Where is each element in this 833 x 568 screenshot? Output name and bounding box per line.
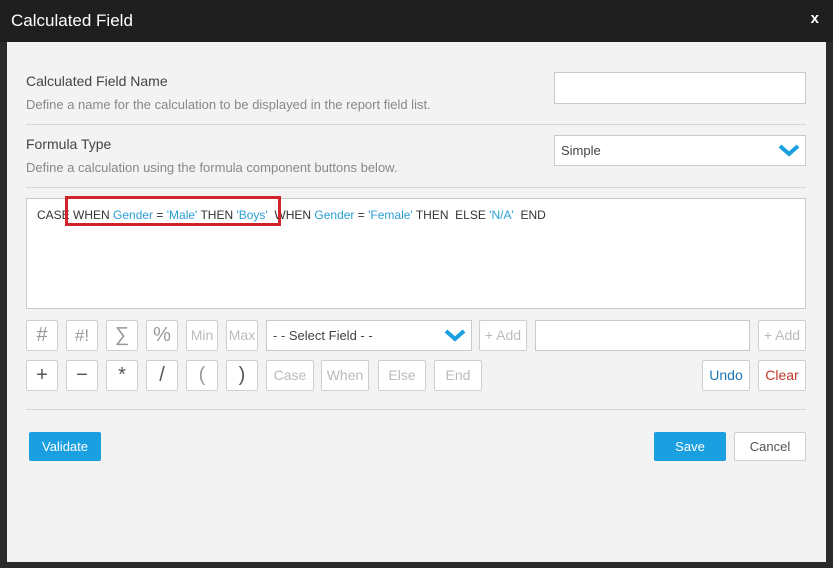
dialog-title: Calculated Field: [11, 11, 133, 30]
formula-token: THEN ELSE: [412, 208, 490, 222]
calculated-field-name-input[interactable]: [554, 72, 806, 104]
dialog-titlebar: Calculated Field x: [0, 0, 833, 42]
dialog-body: Calculated Field Name Define a name for …: [7, 42, 826, 562]
calculated-field-dialog: Calculated Field x Calculated Field Name…: [0, 0, 833, 568]
formula-type-select[interactable]: Simple: [554, 135, 806, 166]
save-button[interactable]: Save: [654, 432, 726, 461]
add-value-button[interactable]: + Add: [758, 320, 806, 351]
name-label: Calculated Field Name: [26, 73, 168, 89]
chevron-down-icon: [778, 144, 800, 157]
clear-button[interactable]: Clear: [758, 360, 806, 391]
open-paren-button[interactable]: (: [186, 360, 218, 391]
chevron-down-icon: [444, 329, 466, 342]
formula-token: 'N/A': [489, 208, 514, 222]
divider: [26, 187, 806, 188]
select-field-value: - - Select Field - -: [273, 328, 373, 343]
formula-token: END: [513, 208, 546, 222]
else-button[interactable]: Else: [378, 360, 426, 391]
number-button[interactable]: #: [26, 320, 58, 351]
formula-editor[interactable]: CASE WHEN Gender = 'Male' THEN 'Boys' WH…: [26, 196, 806, 309]
divider: [26, 409, 806, 410]
number-alt-button[interactable]: #!: [66, 320, 98, 351]
minus-button[interactable]: −: [66, 360, 98, 391]
formula-token: Gender: [314, 208, 355, 222]
undo-button[interactable]: Undo: [702, 360, 750, 391]
formula-type-description: Define a calculation using the formula c…: [26, 160, 398, 175]
multiply-button[interactable]: *: [106, 360, 138, 391]
close-paren-button[interactable]: ): [226, 360, 258, 391]
close-icon[interactable]: x: [811, 10, 819, 27]
highlight-box: [65, 196, 281, 226]
formula-token: =: [354, 208, 369, 222]
when-button[interactable]: When: [321, 360, 369, 391]
add-field-button[interactable]: + Add: [479, 320, 527, 351]
formula-type-label: Formula Type: [26, 136, 112, 152]
percent-button[interactable]: %: [146, 320, 178, 351]
divide-button[interactable]: /: [146, 360, 178, 391]
formula-token: 'Female': [368, 208, 413, 222]
cancel-button[interactable]: Cancel: [734, 432, 806, 461]
plus-button[interactable]: +: [26, 360, 58, 391]
min-button[interactable]: Min: [186, 320, 218, 351]
name-description: Define a name for the calculation to be …: [26, 97, 431, 112]
max-button[interactable]: Max: [226, 320, 258, 351]
value-input[interactable]: [535, 320, 750, 351]
select-field-dropdown[interactable]: - - Select Field - -: [266, 320, 472, 351]
end-button[interactable]: End: [434, 360, 482, 391]
formula-type-value: Simple: [561, 143, 601, 158]
case-button[interactable]: Case: [266, 360, 314, 391]
validate-button[interactable]: Validate: [29, 432, 101, 461]
sum-button[interactable]: ∑: [106, 320, 138, 351]
divider: [26, 124, 806, 125]
